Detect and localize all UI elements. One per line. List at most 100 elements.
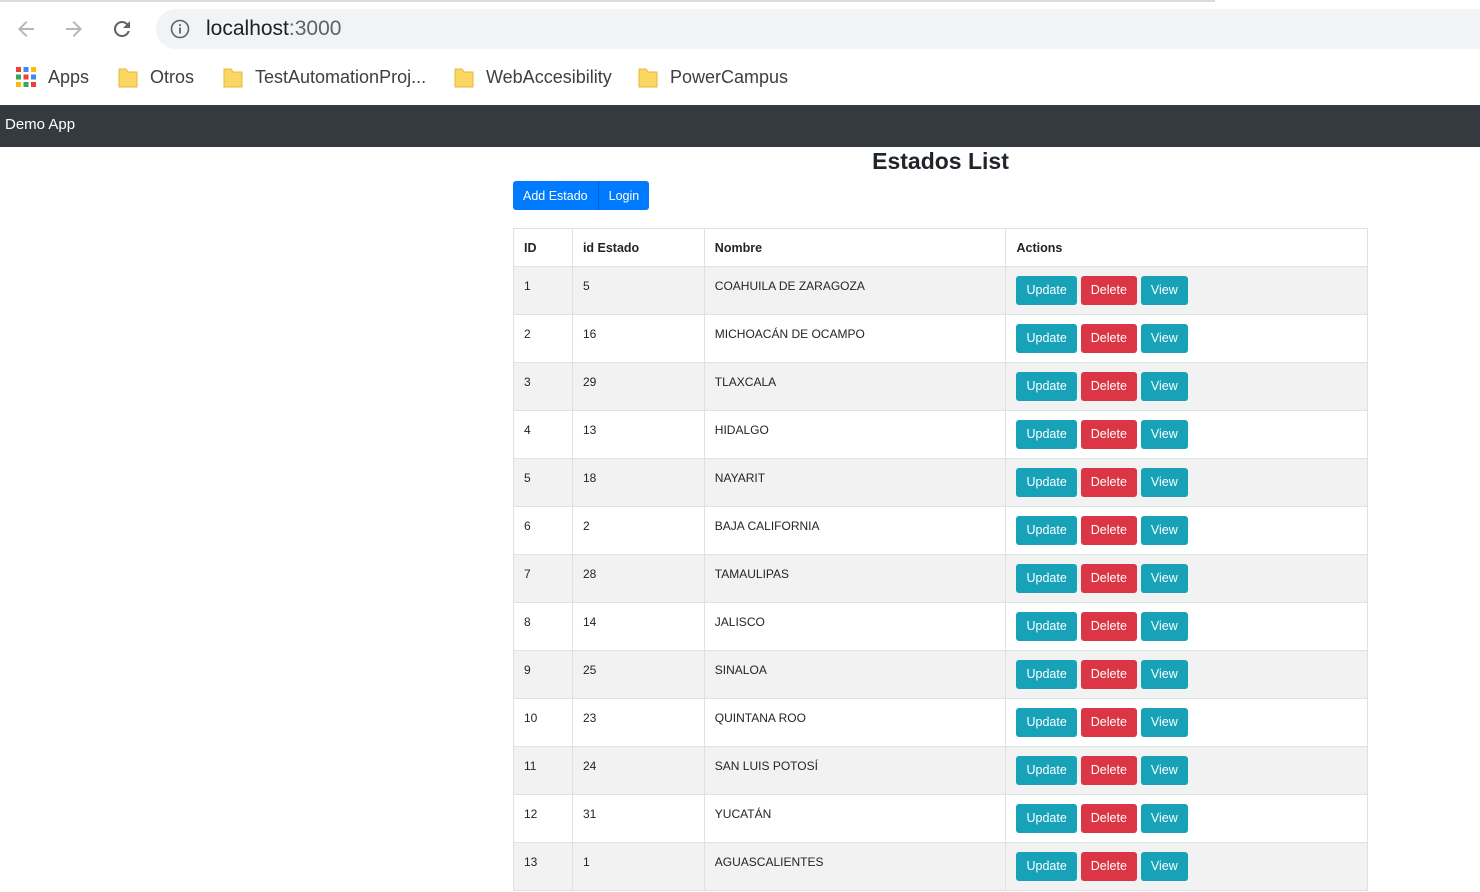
delete-button[interactable]: Delete [1080, 612, 1137, 641]
forward-button[interactable] [59, 14, 89, 44]
back-button[interactable] [11, 14, 41, 44]
bookmark-label: TestAutomationProj... [255, 66, 427, 87]
cell-id-estado: 25 [571, 650, 705, 699]
page-title: Estados List [872, 148, 1009, 174]
table-row: 5 18 NAYARIT Update Delete View [513, 458, 1368, 507]
update-button[interactable]: Update [1016, 276, 1077, 305]
table-row: 10 23 QUINTANA ROO Update Delete View [513, 698, 1368, 747]
view-button[interactable]: View [1140, 372, 1188, 401]
cell-nombre: MICHOACÁN DE OCAMPO [703, 314, 1007, 363]
view-button[interactable]: View [1140, 516, 1188, 545]
update-button[interactable]: Update [1016, 804, 1077, 833]
cell-actions: Update Delete View [1005, 314, 1368, 363]
cell-nombre: AGUASCALIENTES [703, 842, 1007, 891]
view-button[interactable]: View [1140, 852, 1188, 881]
cell-id-estado: 31 [571, 794, 705, 843]
cell-id-estado: 13 [571, 410, 705, 459]
cell-nombre: HIDALGO [703, 410, 1007, 459]
table-row: 8 14 JALISCO Update Delete View [513, 602, 1368, 651]
cell-id-estado: 23 [571, 698, 705, 747]
cell-nombre: SAN LUIS POTOSÍ [703, 746, 1007, 795]
bookmark-label: WebAccesibility [486, 66, 612, 87]
delete-button[interactable]: Delete [1080, 756, 1137, 785]
bookmark-testautomation[interactable]: TestAutomationProj... [223, 60, 426, 94]
update-button[interactable]: Update [1016, 852, 1077, 881]
update-button[interactable]: Update [1016, 564, 1077, 593]
cell-id: 5 [513, 458, 573, 507]
delete-button[interactable]: Delete [1080, 804, 1137, 833]
reload-icon [114, 21, 130, 37]
cell-actions: Update Delete View [1005, 698, 1368, 747]
view-button[interactable]: View [1140, 276, 1188, 305]
browser-chrome: localhost:3000 Apps Otros TestAutomation… [0, 0, 1480, 104]
bookmark-webaccesibility[interactable]: WebAccesibility [454, 60, 612, 94]
view-button[interactable]: View [1140, 420, 1188, 449]
update-button[interactable]: Update [1016, 708, 1077, 737]
arrow-left-icon [18, 21, 34, 37]
delete-button[interactable]: Delete [1080, 324, 1137, 353]
view-button[interactable]: View [1140, 708, 1188, 737]
update-button[interactable]: Update [1016, 372, 1077, 401]
cell-actions: Update Delete View [1005, 602, 1368, 651]
table-row: 12 31 YUCATÁN Update Delete View [513, 794, 1368, 843]
delete-button[interactable]: Delete [1080, 276, 1137, 305]
url-host: localhost [206, 17, 289, 40]
cell-actions: Update Delete View [1005, 554, 1368, 603]
cell-id: 13 [513, 842, 573, 891]
add-estado-button[interactable]: Add Estado [513, 181, 599, 210]
view-button[interactable]: View [1140, 804, 1188, 833]
column-header-actions: Actions [1005, 228, 1368, 267]
cell-actions: Update Delete View [1005, 746, 1368, 795]
url-text[interactable]: localhost:3000 [206, 17, 341, 41]
cell-nombre: NAYARIT [703, 458, 1007, 507]
update-button[interactable]: Update [1016, 468, 1077, 497]
cell-nombre: TLAXCALA [703, 362, 1007, 411]
address-bar[interactable]: localhost:3000 [156, 9, 1480, 49]
view-button[interactable]: View [1140, 324, 1188, 353]
cell-actions: Update Delete View [1005, 410, 1368, 459]
app-navbar: Demo App [0, 105, 1480, 147]
update-button[interactable]: Update [1016, 756, 1077, 785]
login-button[interactable]: Login [598, 181, 650, 210]
view-button[interactable]: View [1140, 660, 1188, 689]
folder-icon [118, 68, 138, 88]
update-button[interactable]: Update [1016, 420, 1077, 449]
cell-id: 2 [513, 314, 573, 363]
navbar-brand[interactable]: Demo App [5, 116, 75, 133]
cell-id-estado: 28 [571, 554, 705, 603]
bookmark-otros[interactable]: Otros [118, 60, 194, 94]
table-row: 6 2 BAJA CALIFORNIA Update Delete View [513, 506, 1368, 555]
update-button[interactable]: Update [1016, 660, 1077, 689]
view-button[interactable]: View [1140, 612, 1188, 641]
view-button[interactable]: View [1140, 468, 1188, 497]
update-button[interactable]: Update [1016, 324, 1077, 353]
bookmark-label: PowerCampus [670, 66, 789, 87]
cell-nombre: QUINTANA ROO [703, 698, 1007, 747]
cell-id-estado: 29 [571, 362, 705, 411]
url-port: :3000 [288, 17, 342, 40]
cell-id: 1 [513, 266, 573, 315]
reload-button[interactable] [107, 14, 137, 44]
column-header-id: ID [513, 228, 573, 267]
delete-button[interactable]: Delete [1080, 372, 1137, 401]
estados-table: ID id Estado Nombre Actions 1 5 COAHUILA D… [513, 228, 1368, 891]
update-button[interactable]: Update [1016, 612, 1077, 641]
cell-id: 3 [513, 362, 573, 411]
view-button[interactable]: View [1140, 564, 1188, 593]
info-icon[interactable] [170, 19, 190, 39]
update-button[interactable]: Update [1016, 516, 1077, 545]
delete-button[interactable]: Delete [1080, 852, 1137, 881]
delete-button[interactable]: Delete [1080, 708, 1137, 737]
delete-button[interactable]: Delete [1080, 468, 1137, 497]
cell-actions: Update Delete View [1005, 842, 1368, 891]
delete-button[interactable]: Delete [1080, 516, 1137, 545]
bookmark-powercampus[interactable]: PowerCampus [638, 60, 788, 94]
delete-button[interactable]: Delete [1080, 564, 1137, 593]
view-button[interactable]: View [1140, 756, 1188, 785]
delete-button[interactable]: Delete [1080, 420, 1137, 449]
table-row: 1 5 COAHUILA DE ZARAGOZA Update Delete View [513, 266, 1368, 315]
bookmark-apps[interactable]: Apps [16, 60, 89, 94]
apps-grid-icon [16, 67, 36, 87]
cell-id: 8 [513, 602, 573, 651]
delete-button[interactable]: Delete [1080, 660, 1137, 689]
